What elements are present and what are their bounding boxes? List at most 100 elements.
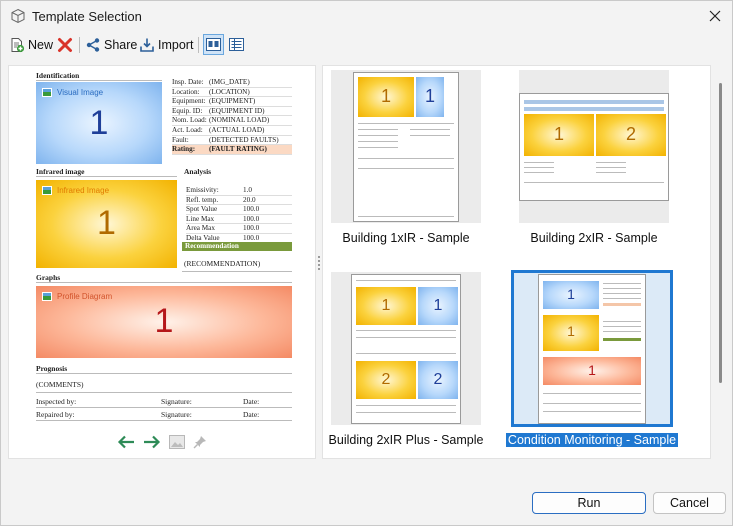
preview-navigation (117, 435, 207, 449)
divider (603, 282, 641, 284)
import-button[interactable]: Import (139, 34, 193, 56)
template-page: 1 1 2 2 (351, 273, 461, 424)
import-button-label: Import (158, 38, 194, 52)
analysis-row-value: 20.0 (243, 196, 292, 206)
pin-icon[interactable] (193, 435, 207, 449)
visual-image-placeholder: Visual Image 1 (36, 82, 162, 164)
image-icon (42, 292, 52, 301)
template-tile[interactable]: 1 1 2 2 Building 2xIR Plus - Sample (326, 272, 486, 447)
divider (358, 122, 454, 124)
divider (596, 171, 626, 173)
template-thumbnail: 1 1 1 (511, 270, 673, 427)
mini-infrared-image: 2 (596, 113, 666, 156)
inspected-by-label: Inspected by: (36, 397, 77, 406)
window-title: Template Selection (32, 9, 142, 24)
divider (543, 410, 641, 412)
title-bar: Template Selection (1, 1, 732, 31)
list-view-icon (229, 38, 244, 51)
identification-row-value: (NOMINAL LOAD) (209, 116, 292, 126)
divider (182, 271, 292, 272)
divider (543, 392, 641, 394)
mini-profile-diagram: 1 (543, 356, 641, 385)
divider (524, 161, 554, 163)
template-selection-dialog: Template Selection New Share Import Iden… (0, 0, 733, 526)
recommendation-text: (RECOMMENDATION) (184, 259, 261, 268)
next-page-icon[interactable] (143, 435, 161, 449)
toolbar-separator (198, 37, 199, 53)
previous-page-icon[interactable] (117, 435, 135, 449)
infrared-image-number: 1 (97, 204, 116, 242)
analysis-row-key: Emissivity: (186, 186, 243, 196)
identification-row-value: (LOCATION) (209, 88, 292, 98)
divider (603, 330, 641, 332)
mini-infrared-image: 2 (356, 360, 416, 399)
template-name: Building 1xIR - Sample (342, 231, 470, 245)
profile-diagram-caption: Profile Diagram (42, 292, 112, 301)
delete-icon (58, 38, 72, 52)
gallery-scrollbar[interactable] (715, 65, 725, 459)
template-gallery: 1 1 Building 1xIR - Sample 1 2 Building … (322, 65, 711, 459)
panel-splitter[interactable] (316, 256, 321, 270)
divider (524, 181, 664, 183)
visual-image-number: 1 (89, 104, 109, 142)
template-preview-panel: Identification Visual Image 1 Insp. Date… (8, 65, 316, 459)
divider (524, 106, 664, 111)
divider (524, 171, 554, 173)
divider (356, 404, 456, 406)
divider (358, 157, 454, 159)
recommendation-heading: Recommendation (182, 242, 292, 251)
identification-row-key: Equip. ID: (172, 107, 209, 117)
toolbar-separator (79, 37, 80, 53)
profile-diagram-number: 1 (154, 302, 174, 340)
share-button[interactable]: Share (85, 34, 137, 56)
comments-text: (COMMENTS) (36, 380, 84, 389)
image-icon (42, 88, 52, 97)
divider (603, 325, 641, 327)
divider (356, 352, 456, 354)
visual-image-caption: Visual Image (42, 88, 103, 97)
divider (543, 402, 641, 404)
analysis-row-key: Spot Value (186, 205, 243, 215)
template-thumbnail: 1 1 (331, 70, 481, 223)
mini-visual-image: 1 (543, 280, 599, 309)
thumbnail-view-button[interactable] (203, 34, 224, 55)
new-button[interactable]: New (9, 34, 53, 56)
divider (410, 128, 450, 130)
divider (356, 329, 456, 331)
divider (524, 166, 554, 168)
divider (603, 292, 641, 294)
cancel-button[interactable]: Cancel (653, 492, 726, 514)
template-name: Building 2xIR Plus - Sample (328, 433, 484, 447)
run-button[interactable]: Run (532, 492, 646, 514)
identification-row-key: Fault: (172, 136, 209, 146)
divider (356, 279, 456, 281)
profile-diagram-placeholder: Profile Diagram 1 (36, 286, 292, 358)
new-button-label: New (28, 38, 54, 52)
identification-row-value: (EQUIPMENT) (209, 97, 292, 107)
divider (356, 411, 456, 413)
image-icon[interactable] (169, 435, 185, 449)
divider (410, 134, 450, 136)
signature-label: Signature: (161, 410, 192, 419)
identification-heading: Identification (36, 71, 80, 80)
divider (596, 166, 626, 168)
mini-visual-image: 2 (418, 360, 458, 399)
divider (36, 176, 177, 177)
delete-button[interactable] (57, 34, 73, 56)
template-tile-selected[interactable]: 1 1 1 Condition Monitoring - Sample (497, 270, 687, 447)
close-button[interactable] (698, 1, 732, 31)
import-icon (140, 38, 154, 52)
identification-row-value: (DETECTED FAULTS) (209, 136, 292, 146)
list-view-button[interactable] (226, 34, 247, 55)
image-icon (42, 186, 52, 195)
identification-row-value: (ACTUAL LOAD) (209, 126, 292, 136)
template-tile[interactable]: 1 1 Building 1xIR - Sample (326, 70, 486, 245)
divider (358, 128, 398, 130)
divider (36, 282, 292, 283)
template-tile[interactable]: 1 2 Building 2xIR - Sample (514, 70, 674, 245)
analysis-row-value: 1.0 (243, 186, 292, 196)
divider (36, 392, 292, 393)
divider (358, 134, 398, 136)
scrollbar-thumb[interactable] (719, 83, 722, 383)
divider (603, 320, 641, 322)
